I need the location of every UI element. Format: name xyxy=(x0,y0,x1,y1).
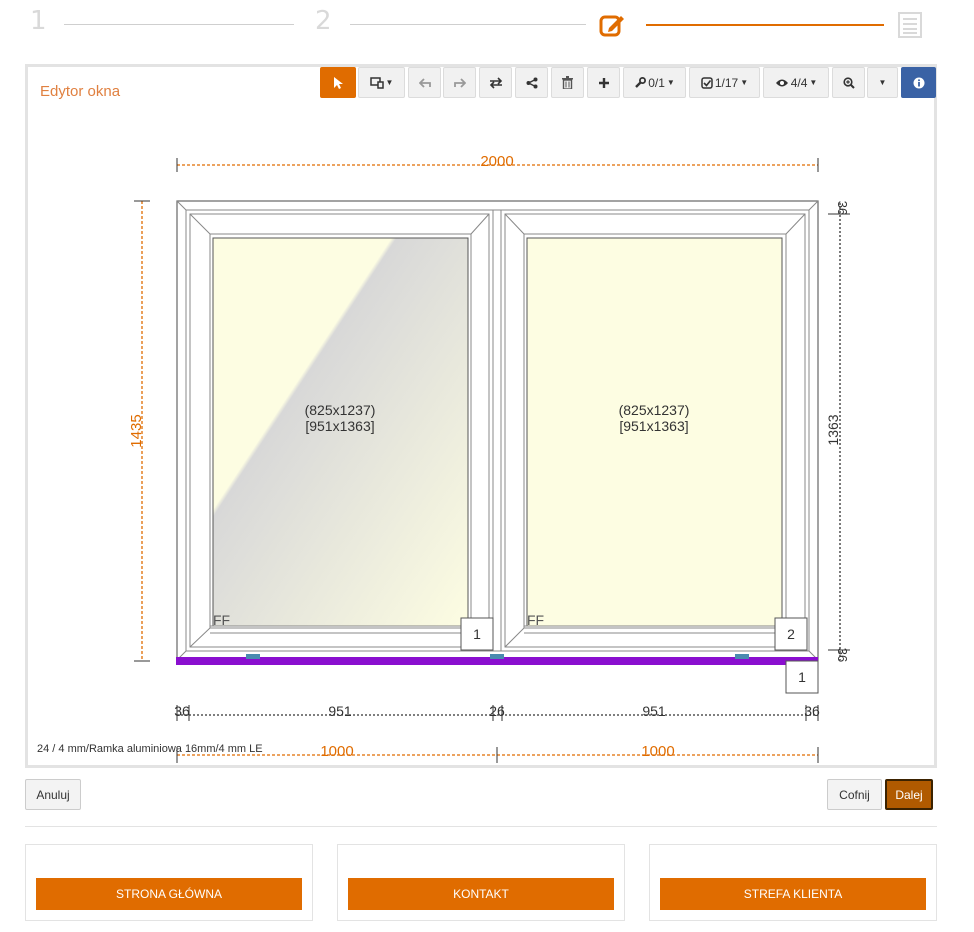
drainage-slot xyxy=(490,654,504,659)
edit-step-icon[interactable] xyxy=(599,11,627,44)
sash-2-number: 2 xyxy=(787,626,795,642)
step-2[interactable]: 2 xyxy=(315,6,332,36)
bottom-offset-label: 36 xyxy=(835,648,850,662)
step-connector xyxy=(64,24,294,25)
sash-2-size: (825x1237) xyxy=(619,402,690,418)
drainage-slot xyxy=(735,654,749,659)
right-height-label: 1363 xyxy=(825,414,841,445)
step-connector xyxy=(350,24,586,25)
sash-1-size: (825x1237) xyxy=(305,402,376,418)
contact-button[interactable]: KONTAKT xyxy=(348,878,614,910)
total-width-label: 2000 xyxy=(480,153,513,170)
dim-left-frame: 36 xyxy=(174,703,190,719)
back-button[interactable]: Cofnij xyxy=(827,779,882,810)
dim-mullion: 26 xyxy=(489,703,505,719)
dim-right-frame: 36 xyxy=(804,703,820,719)
window-editor: Edytor okna ▼ 0/1 ▼ 1/17 ▼ 4/4 ▼ ▼ 2000 … xyxy=(25,64,937,768)
mullion[interactable] xyxy=(492,209,502,652)
frame-number: 1 xyxy=(798,669,806,685)
list-step-icon[interactable] xyxy=(898,12,922,43)
total-height-label: 1435 xyxy=(128,414,145,447)
home-card: STRONA GŁÓWNA xyxy=(25,844,313,921)
next-button[interactable]: Dalej xyxy=(885,779,933,810)
sash-1-number: 1 xyxy=(473,626,481,642)
dim-sash-2: 951 xyxy=(642,703,666,719)
contact-card: KONTAKT xyxy=(337,844,625,921)
client-zone-button[interactable]: STREFA KLIENTA xyxy=(660,878,926,910)
sash-1-frame: [951x1363] xyxy=(305,418,374,434)
sash-2-frame: [951x1363] xyxy=(619,418,688,434)
home-button[interactable]: STRONA GŁÓWNA xyxy=(36,878,302,910)
dim-sash-1: 951 xyxy=(328,703,352,719)
wizard-steps: 1 2 xyxy=(0,0,974,50)
half-width-right: 1000 xyxy=(641,743,674,760)
client-zone-card: STREFA KLIENTA xyxy=(649,844,937,921)
glass-spec-note: 24 / 4 mm/Ramka aluminiowa 16mm/4 mm LE xyxy=(37,743,263,755)
section-divider xyxy=(25,826,937,827)
step-1[interactable]: 1 xyxy=(30,6,47,36)
drainage-slot xyxy=(246,654,260,659)
sash-1-type: FF xyxy=(213,612,230,628)
top-offset-label: 36 xyxy=(835,201,850,215)
sash-2-type: FF xyxy=(527,612,544,628)
cancel-button[interactable]: Anuluj xyxy=(25,779,81,810)
step-connector-active xyxy=(646,24,884,26)
half-width-left: 1000 xyxy=(320,743,353,760)
window-drawing[interactable]: 2000 1435 36 1363 36 (825x1237) [951x136… xyxy=(28,67,934,765)
